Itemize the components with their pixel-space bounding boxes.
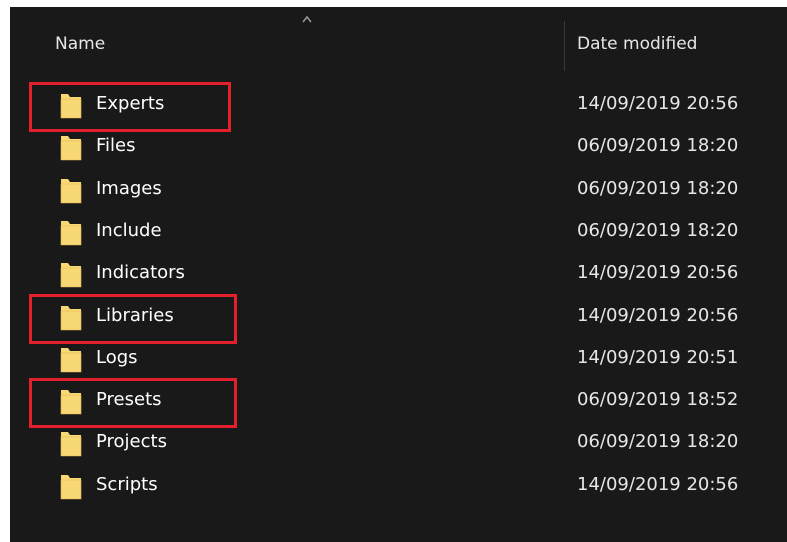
date-modified: 14/09/2019 20:51 (577, 346, 739, 368)
folder-name: Indicators (96, 262, 185, 284)
folder-icon (60, 429, 82, 457)
folder-icon (60, 260, 82, 288)
column-header-name[interactable]: Name (55, 34, 105, 54)
date-modified: 14/09/2019 20:56 (577, 473, 739, 495)
date-modified: 06/09/2019 18:20 (577, 135, 739, 157)
folder-name: Files (96, 135, 136, 157)
list-item[interactable]: Include 06/09/2019 18:20 (10, 210, 787, 252)
folder-icon (60, 133, 82, 161)
date-modified: 14/09/2019 20:56 (577, 304, 739, 326)
list-item[interactable]: Indicators 14/09/2019 20:56 (10, 252, 787, 294)
folder-icon (60, 345, 82, 373)
list-item[interactable]: Images 06/09/2019 18:20 (10, 168, 787, 210)
column-header-date-modified[interactable]: Date modified (577, 34, 697, 54)
folder-name: Images (96, 177, 162, 199)
folder-icon (60, 176, 82, 204)
folder-icon (60, 218, 82, 246)
date-modified: 06/09/2019 18:52 (577, 389, 739, 411)
folder-icon (60, 472, 82, 500)
file-explorer-window: Name Date modified Experts 14/09/2019 20:… (10, 7, 787, 542)
list-item[interactable]: Experts 14/09/2019 20:56 (10, 82, 787, 132)
date-modified: 06/09/2019 18:20 (577, 219, 739, 241)
list-item[interactable]: Projects 06/09/2019 18:20 (10, 421, 787, 463)
list-item[interactable]: Presets 06/09/2019 18:52 (10, 378, 787, 429)
folder-name: Projects (96, 431, 167, 453)
column-separator[interactable] (564, 21, 565, 71)
date-modified: 06/09/2019 18:20 (577, 431, 739, 453)
list-item[interactable]: Scripts 14/09/2019 20:56 (10, 464, 787, 506)
column-header-bar: Name Date modified (10, 7, 787, 75)
date-modified: 14/09/2019 20:56 (577, 262, 739, 284)
date-modified: 14/09/2019 20:56 (577, 93, 739, 114)
list-item[interactable]: Libraries 14/09/2019 20:56 (10, 293, 787, 344)
folder-name: Logs (96, 346, 138, 368)
list-item[interactable]: Logs 14/09/2019 20:51 (10, 337, 787, 379)
folder-name: Include (96, 219, 162, 241)
chevron-up-icon (302, 15, 312, 23)
folder-name: Scripts (96, 473, 158, 495)
date-modified: 06/09/2019 18:20 (577, 177, 739, 199)
list-item[interactable]: Files 06/09/2019 18:20 (10, 125, 787, 167)
